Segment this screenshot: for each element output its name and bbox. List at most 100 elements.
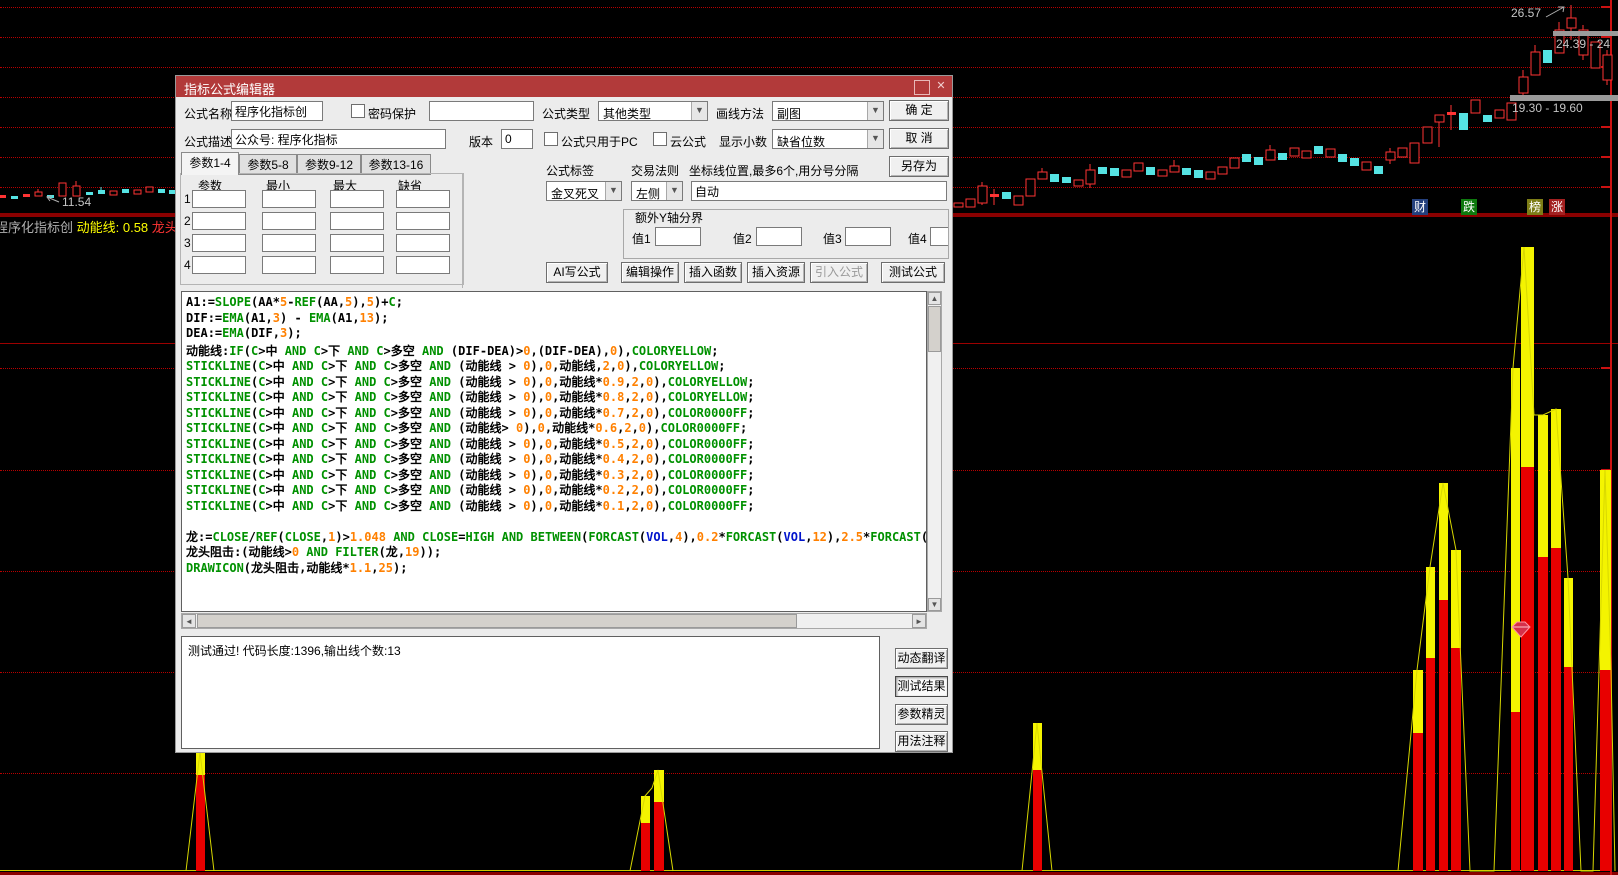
formula-desc-input[interactable] xyxy=(231,129,446,149)
param-input[interactable] xyxy=(262,212,316,230)
import-formula-button[interactable]: 引入公式 xyxy=(810,262,868,283)
draw-method-select[interactable]: 副图 ▼ xyxy=(772,101,884,121)
param-input[interactable] xyxy=(330,256,384,274)
chevron-down-icon[interactable]: ▼ xyxy=(666,182,682,200)
candle xyxy=(1026,179,1035,196)
badge-finance[interactable]: 财 xyxy=(1412,199,1428,215)
code-horizontal-scrollbar[interactable]: ◄ ► xyxy=(181,613,927,629)
cancel-button[interactable]: 取 消 xyxy=(889,128,949,149)
scroll-down-icon[interactable]: ▼ xyxy=(928,598,941,611)
dialog-titlebar[interactable]: 指标公式编辑器 ✕ xyxy=(176,76,952,97)
close-icon[interactable]: ✕ xyxy=(934,80,948,93)
maximize-icon[interactable] xyxy=(914,80,930,95)
coord-line-input[interactable] xyxy=(691,181,947,201)
test-result-button[interactable]: 测试结果 xyxy=(895,676,948,697)
save-as-button[interactable]: 另存为 xyxy=(889,156,949,177)
param-input[interactable] xyxy=(396,256,450,274)
cloud-formula-checkbox[interactable] xyxy=(653,132,667,146)
param-wizard-button[interactable]: 参数精灵 xyxy=(895,704,948,725)
param-input[interactable] xyxy=(396,212,450,230)
candle xyxy=(966,199,975,207)
value2-input[interactable] xyxy=(756,227,802,246)
scroll-left-icon[interactable]: ◄ xyxy=(182,614,196,628)
param-input[interactable] xyxy=(192,234,246,252)
candle xyxy=(1447,112,1456,115)
candle xyxy=(954,203,963,207)
trade-rule-select[interactable]: 左侧 ▼ xyxy=(631,181,683,201)
param-input[interactable] xyxy=(192,190,246,208)
indicator-bar-red xyxy=(641,823,650,871)
formula-name-input[interactable] xyxy=(231,101,323,121)
indicator-bar-red xyxy=(1426,658,1435,871)
candle xyxy=(1134,163,1143,171)
badge-fall[interactable]: 跌 xyxy=(1461,199,1477,215)
candle xyxy=(1146,167,1155,175)
indicator-bar-red xyxy=(1511,712,1520,871)
h-scroll-thumb[interactable] xyxy=(197,614,797,628)
param-input[interactable] xyxy=(192,256,246,274)
formula-tag-select[interactable]: 金叉死叉 ▼ xyxy=(546,181,622,201)
dynamic-translate-button[interactable]: 动态翻译 xyxy=(895,648,948,669)
tab-params-9-12[interactable]: 参数9-12 xyxy=(297,154,361,175)
badge-rank[interactable]: 榜 xyxy=(1527,199,1543,215)
param-input[interactable] xyxy=(262,256,316,274)
code-line: STICKLINE(C>中 AND C>下 AND C>多空 AND (动能线 … xyxy=(186,388,926,404)
chevron-down-icon[interactable]: ▼ xyxy=(867,102,883,120)
param-input[interactable] xyxy=(330,234,384,252)
edit-operations-button[interactable]: 编辑操作 xyxy=(621,262,679,283)
candle xyxy=(1302,151,1311,158)
value3-input[interactable] xyxy=(845,227,891,246)
param-input[interactable] xyxy=(192,212,246,230)
password-protect-checkbox[interactable] xyxy=(351,104,365,118)
test-formula-button[interactable]: 测试公式 xyxy=(881,262,945,283)
formula-code-editor[interactable]: A1:=SLOPE(AA*5-REF(AA,5),5)+C;DIF:=EMA(A… xyxy=(181,291,927,612)
pc-only-checkbox[interactable] xyxy=(544,132,558,146)
extra-y-axis-label: 额外Y轴分界 xyxy=(632,209,706,226)
candle xyxy=(1483,115,1492,122)
code-line: DIF:=EMA(A1,3) - EMA(A1,13); xyxy=(186,311,926,327)
param-input[interactable] xyxy=(330,190,384,208)
insert-function-button[interactable]: 插入函数 xyxy=(684,262,742,283)
energy-line-value-label: 动能线: 0.58 xyxy=(73,220,152,235)
candle xyxy=(1122,170,1131,177)
candle xyxy=(1603,55,1612,80)
chevron-down-icon[interactable]: ▼ xyxy=(867,130,883,148)
password-input[interactable] xyxy=(429,101,534,121)
ok-button[interactable]: 确 定 xyxy=(889,100,949,121)
value4-input[interactable] xyxy=(930,227,949,246)
param-input[interactable] xyxy=(262,190,316,208)
indicator-bar-yellow xyxy=(1511,368,1520,712)
chevron-down-icon[interactable]: ▼ xyxy=(605,182,621,200)
candle xyxy=(1266,150,1275,160)
param-input[interactable] xyxy=(396,190,450,208)
code-vertical-scrollbar[interactable]: ▲ ▼ xyxy=(927,291,942,612)
insert-resource-button[interactable]: 插入资源 xyxy=(747,262,805,283)
code-line: 龙:=CLOSE/REF(CLOSE,1)>1.048 AND CLOSE=HI… xyxy=(186,528,926,544)
tab-params-1-4[interactable]: 参数1-4 xyxy=(181,152,239,175)
formula-type-select[interactable]: 其他类型 ▼ xyxy=(598,101,708,121)
scroll-up-icon[interactable]: ▲ xyxy=(928,292,941,305)
chevron-down-icon[interactable]: ▼ xyxy=(691,102,707,120)
code-line: DEA:=EMA(DIF,3); xyxy=(186,326,926,342)
ai-write-formula-button[interactable]: AI写公式 xyxy=(546,262,608,283)
code-line: A1:=SLOPE(AA*5-REF(AA,5),5)+C; xyxy=(186,295,926,311)
code-line: STICKLINE(C>中 AND C>下 AND C>多空 AND (动能线 … xyxy=(186,450,926,466)
candle xyxy=(1350,158,1359,166)
param-input[interactable] xyxy=(396,234,450,252)
v-scroll-thumb[interactable] xyxy=(928,306,941,352)
param-input[interactable] xyxy=(262,234,316,252)
decimal-select[interactable]: 缺省位数 ▼ xyxy=(772,129,884,149)
value2-label: 值2 xyxy=(733,230,752,247)
param-input[interactable] xyxy=(330,212,384,230)
value1-input[interactable] xyxy=(655,227,701,246)
badge-rise[interactable]: 涨 xyxy=(1549,199,1565,215)
value4-label: 值4 xyxy=(908,230,927,247)
scroll-right-icon[interactable]: ► xyxy=(912,614,926,628)
tab-params-5-8[interactable]: 参数5-8 xyxy=(239,154,297,175)
indicator-bar-red xyxy=(1600,670,1611,871)
tab-params-13-16[interactable]: 参数13-16 xyxy=(361,154,431,175)
code-line: STICKLINE(C>中 AND C>下 AND C>多空 AND (动能线 … xyxy=(186,373,926,389)
param-row-number: 1 xyxy=(184,192,191,206)
usage-note-button[interactable]: 用法注释 xyxy=(895,731,948,752)
version-input[interactable] xyxy=(501,129,533,149)
